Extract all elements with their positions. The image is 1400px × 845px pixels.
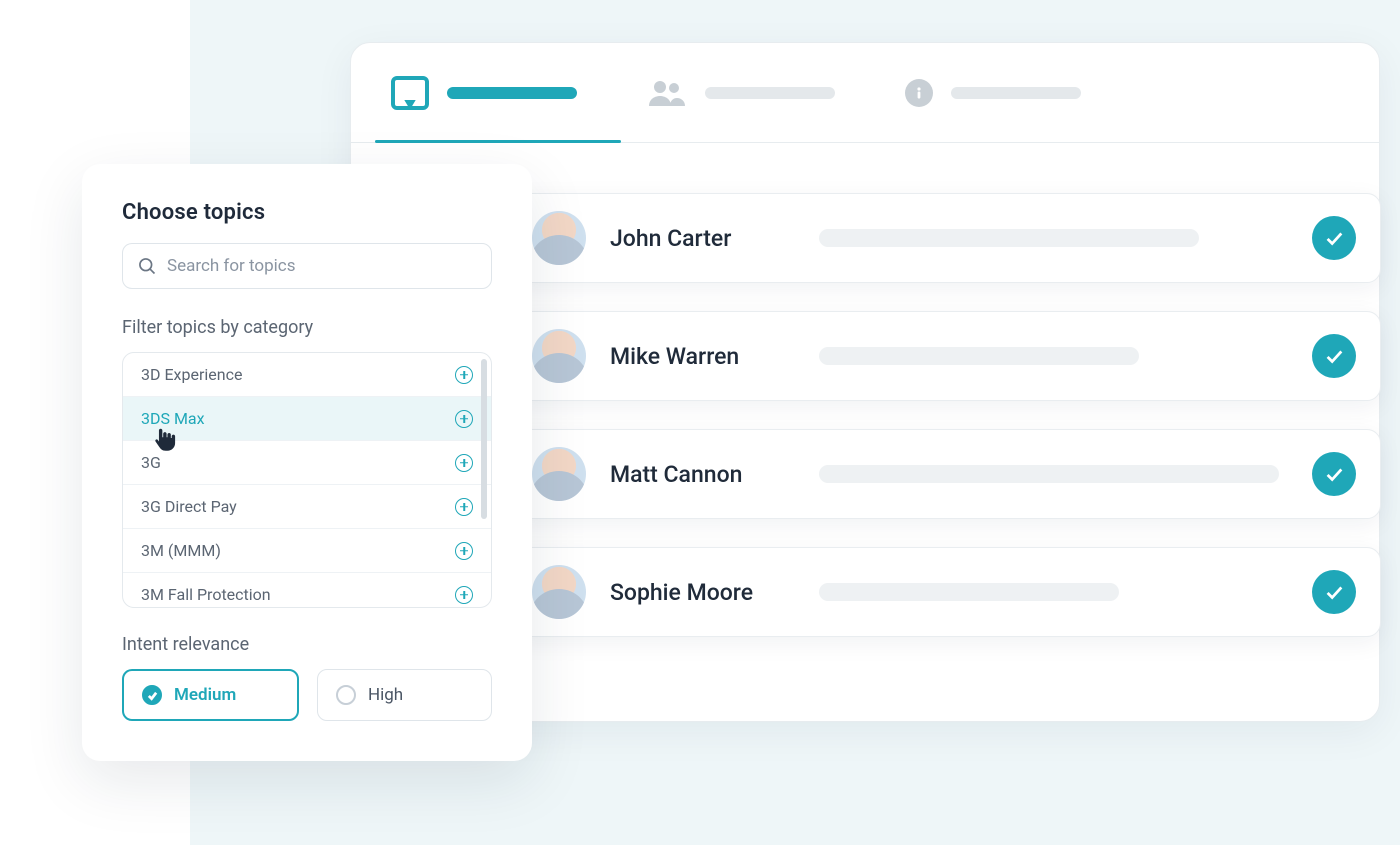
people-icon bbox=[647, 78, 687, 108]
person-name: Matt Cannon bbox=[610, 461, 795, 488]
panel-title: Choose topics bbox=[122, 200, 492, 225]
inbox-icon bbox=[391, 76, 429, 110]
filter-label: Filter topics by category bbox=[122, 317, 492, 338]
plus-icon[interactable] bbox=[455, 498, 473, 516]
person-name: John Carter bbox=[610, 225, 795, 252]
person-row[interactable]: Matt Cannon bbox=[511, 429, 1381, 519]
row-placeholder bbox=[819, 229, 1199, 247]
avatar bbox=[532, 211, 586, 265]
check-icon[interactable] bbox=[1312, 334, 1356, 378]
topic-label: 3G Direct Pay bbox=[141, 497, 237, 516]
person-row[interactable]: Sophie Moore bbox=[511, 547, 1381, 637]
tab-1-label-placeholder bbox=[447, 87, 577, 99]
topic-label: 3M Fall Protection bbox=[141, 585, 271, 604]
tab-strip bbox=[351, 43, 1379, 143]
plus-icon[interactable] bbox=[455, 366, 473, 384]
radio-checked-icon bbox=[142, 685, 162, 705]
person-name: Sophie Moore bbox=[610, 579, 795, 606]
topic-item[interactable]: 3M Fall Protection bbox=[123, 573, 491, 607]
row-placeholder bbox=[819, 465, 1279, 483]
person-row[interactable]: Mike Warren bbox=[511, 311, 1381, 401]
search-input[interactable] bbox=[167, 256, 477, 276]
topic-item[interactable]: 3DS Max bbox=[123, 397, 491, 441]
relevance-option-label: Medium bbox=[174, 685, 236, 705]
check-icon[interactable] bbox=[1312, 452, 1356, 496]
person-name: Mike Warren bbox=[610, 343, 795, 370]
topic-item[interactable]: 3G bbox=[123, 441, 491, 485]
relevance-label: Intent relevance bbox=[122, 634, 492, 655]
tab-1[interactable] bbox=[391, 76, 577, 110]
plus-icon[interactable] bbox=[455, 586, 473, 604]
person-row[interactable]: John Carter bbox=[511, 193, 1381, 283]
people-list: John Carter Mike Warren Matt Cannon Soph… bbox=[511, 193, 1381, 665]
tab-2[interactable] bbox=[647, 78, 835, 108]
topic-label: 3DS Max bbox=[141, 409, 205, 428]
topic-item[interactable]: 3G Direct Pay bbox=[123, 485, 491, 529]
relevance-option-medium[interactable]: Medium bbox=[122, 669, 299, 721]
check-icon[interactable] bbox=[1312, 570, 1356, 614]
tab-3-label-placeholder bbox=[951, 87, 1081, 99]
row-placeholder bbox=[819, 347, 1139, 365]
plus-icon[interactable] bbox=[455, 542, 473, 560]
topic-item[interactable]: 3M (MMM) bbox=[123, 529, 491, 573]
check-icon[interactable] bbox=[1312, 216, 1356, 260]
tab-3[interactable] bbox=[905, 79, 1081, 107]
topic-label: 3M (MMM) bbox=[141, 541, 221, 560]
avatar bbox=[532, 329, 586, 383]
row-placeholder bbox=[819, 583, 1119, 601]
plus-icon[interactable] bbox=[455, 454, 473, 472]
avatar bbox=[532, 447, 586, 501]
tab-2-label-placeholder bbox=[705, 87, 835, 99]
relevance-options: Medium High bbox=[122, 669, 492, 721]
scrollbar[interactable] bbox=[481, 359, 487, 519]
info-icon bbox=[905, 79, 933, 107]
radio-unchecked-icon bbox=[336, 685, 356, 705]
topic-label: 3D Experience bbox=[141, 365, 242, 384]
active-tab-underline bbox=[375, 140, 621, 143]
topic-item[interactable]: 3D Experience bbox=[123, 353, 491, 397]
plus-icon[interactable] bbox=[455, 410, 473, 428]
relevance-option-high[interactable]: High bbox=[317, 669, 492, 721]
avatar bbox=[532, 565, 586, 619]
search-icon bbox=[137, 256, 157, 276]
relevance-option-label: High bbox=[368, 685, 403, 705]
search-input-wrap[interactable] bbox=[122, 243, 492, 289]
topics-panel: Choose topics Filter topics by category … bbox=[82, 164, 532, 761]
topic-label: 3G bbox=[141, 453, 161, 472]
topic-list: 3D Experience 3DS Max 3G 3G Direct Pay 3… bbox=[122, 352, 492, 608]
